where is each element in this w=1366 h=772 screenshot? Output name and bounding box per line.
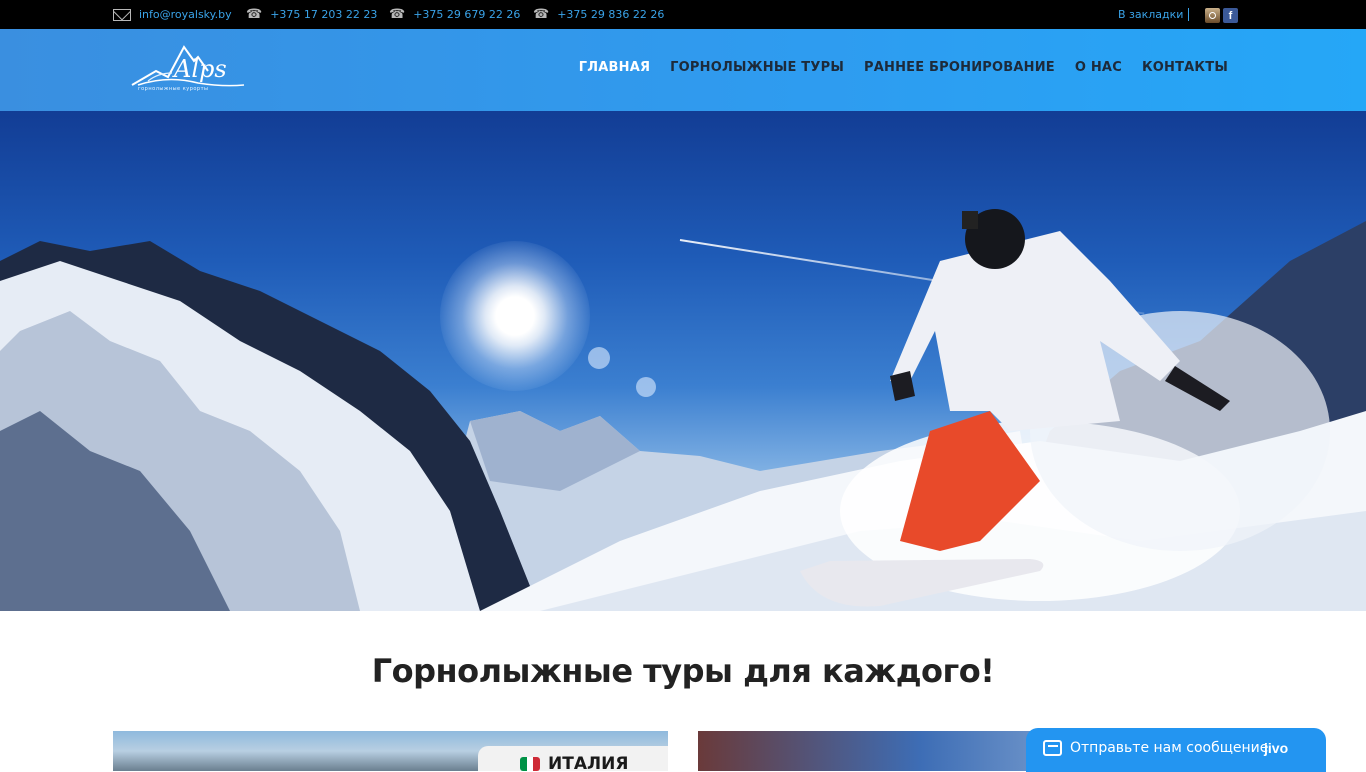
chat-widget[interactable]: Отправьте нам сообщение jivo (1026, 728, 1326, 772)
phone-contact-2[interactable]: ☎ +375 29 679 22 26 (389, 6, 520, 22)
site-header: Alps горнолыжные курорты ГЛАВНАЯ ГОРНОЛЫ… (0, 29, 1366, 111)
nav-item-about[interactable]: О НАС (1075, 60, 1122, 75)
logo[interactable]: Alps горнолыжные курорты (128, 41, 246, 99)
chat-label[interactable]: Отправьте нам сообщение (1070, 740, 1268, 756)
phone-contact-1[interactable]: ☎ +375 17 203 22 23 (246, 6, 377, 22)
phone-icon: ☎ (389, 6, 406, 22)
nav-item-ski-tours[interactable]: ГОРНОЛЫЖНЫЕ ТУРЫ (670, 60, 844, 75)
phone-number-1[interactable]: +375 17 203 22 23 (270, 8, 377, 21)
phone-icon: ☎ (533, 6, 550, 22)
topbar-divider (1188, 8, 1189, 21)
logo-text: Alps (174, 55, 227, 83)
nav-item-home[interactable]: ГЛАВНАЯ (579, 60, 650, 75)
nav-item-contacts[interactable]: КОНТАКТЫ (1142, 60, 1228, 75)
logo-subtitle: горнолыжные курорты (138, 86, 209, 92)
nav-item-early-booking[interactable]: РАННЕЕ БРОНИРОВАНИЕ (864, 60, 1055, 75)
bookmark-link[interactable]: В закладки (1118, 8, 1183, 21)
phone-contact-3[interactable]: ☎ +375 29 836 22 26 (533, 6, 664, 22)
message-icon (1043, 740, 1062, 756)
phone-number-2[interactable]: +375 29 679 22 26 (413, 8, 520, 21)
email-link[interactable]: info@royalsky.by (139, 8, 232, 21)
instagram-icon[interactable] (1205, 8, 1220, 23)
top-contact-bar: info@royalsky.by ☎ +375 17 203 22 23 ☎ +… (0, 0, 1366, 29)
facebook-icon[interactable]: f (1223, 8, 1238, 23)
mountain-scene (0, 209, 1366, 611)
email-contact[interactable]: info@royalsky.by (113, 8, 232, 21)
tour-card-italy[interactable]: ИТАЛИЯ (113, 731, 668, 771)
section-title: Горнолыжные туры для каждого! (371, 652, 995, 690)
italy-flag-icon (520, 757, 540, 771)
mail-icon (113, 8, 131, 21)
main-nav: ГЛАВНАЯ ГОРНОЛЫЖНЫЕ ТУРЫ РАННЕЕ БРОНИРОВ… (579, 60, 1228, 75)
chat-brand: jivo (1264, 740, 1289, 756)
country-label: ИТАЛИЯ (548, 754, 629, 771)
hero-banner (0, 111, 1366, 611)
phone-icon: ☎ (246, 6, 263, 22)
phone-number-3[interactable]: +375 29 836 22 26 (557, 8, 664, 21)
country-tag: ИТАЛИЯ (478, 746, 668, 771)
